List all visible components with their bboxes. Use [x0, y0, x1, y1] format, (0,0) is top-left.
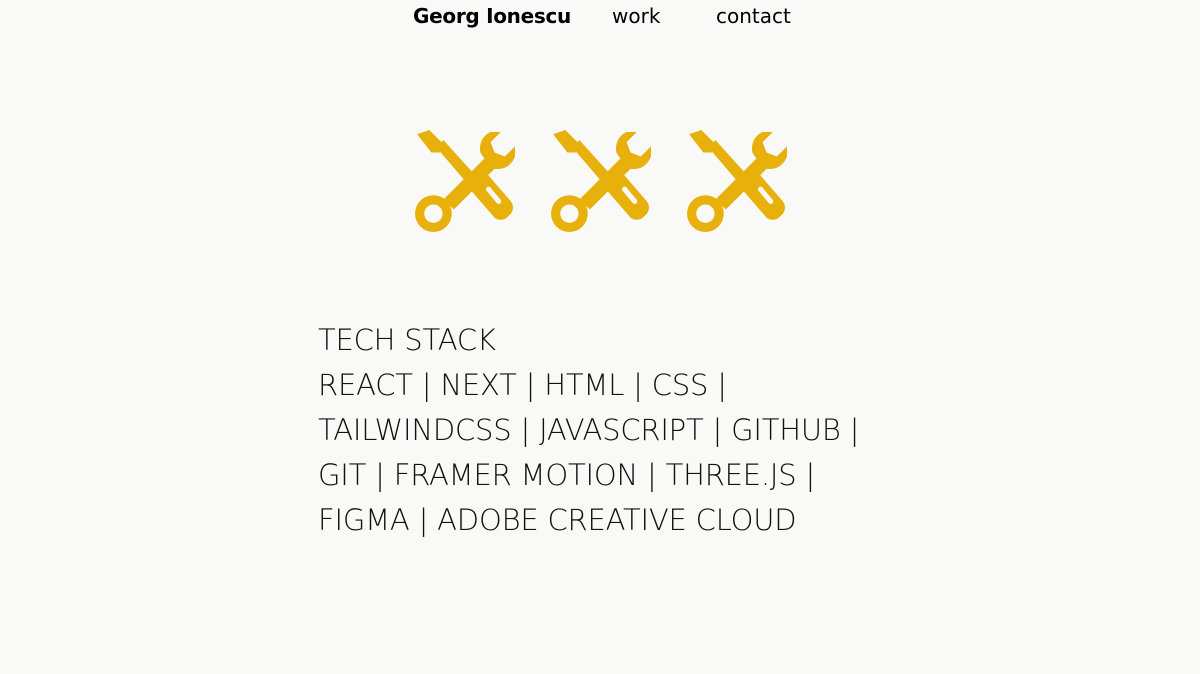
brand-link[interactable]: Georg Ionescu — [413, 4, 571, 28]
tools-icon-row — [413, 130, 787, 232]
nav-link-contact[interactable]: contact — [716, 4, 791, 28]
tools-icon — [549, 130, 651, 232]
tech-stack-title: TECH STACK — [318, 323, 496, 357]
tools-icon — [685, 130, 787, 232]
tools-icon — [687, 130, 787, 232]
tech-stack-section: TECH STACK REACT | NEXT | HTML | CSS | T… — [318, 318, 898, 543]
tools-icon — [413, 130, 515, 232]
tech-stack-list: REACT | NEXT | HTML | CSS | TAILWINDCSS … — [318, 368, 860, 537]
top-nav: Georg Ionescu work contact — [0, 0, 1200, 34]
tools-icon — [415, 130, 515, 232]
nav-link-work[interactable]: work — [612, 4, 660, 28]
tools-icon — [551, 130, 651, 232]
